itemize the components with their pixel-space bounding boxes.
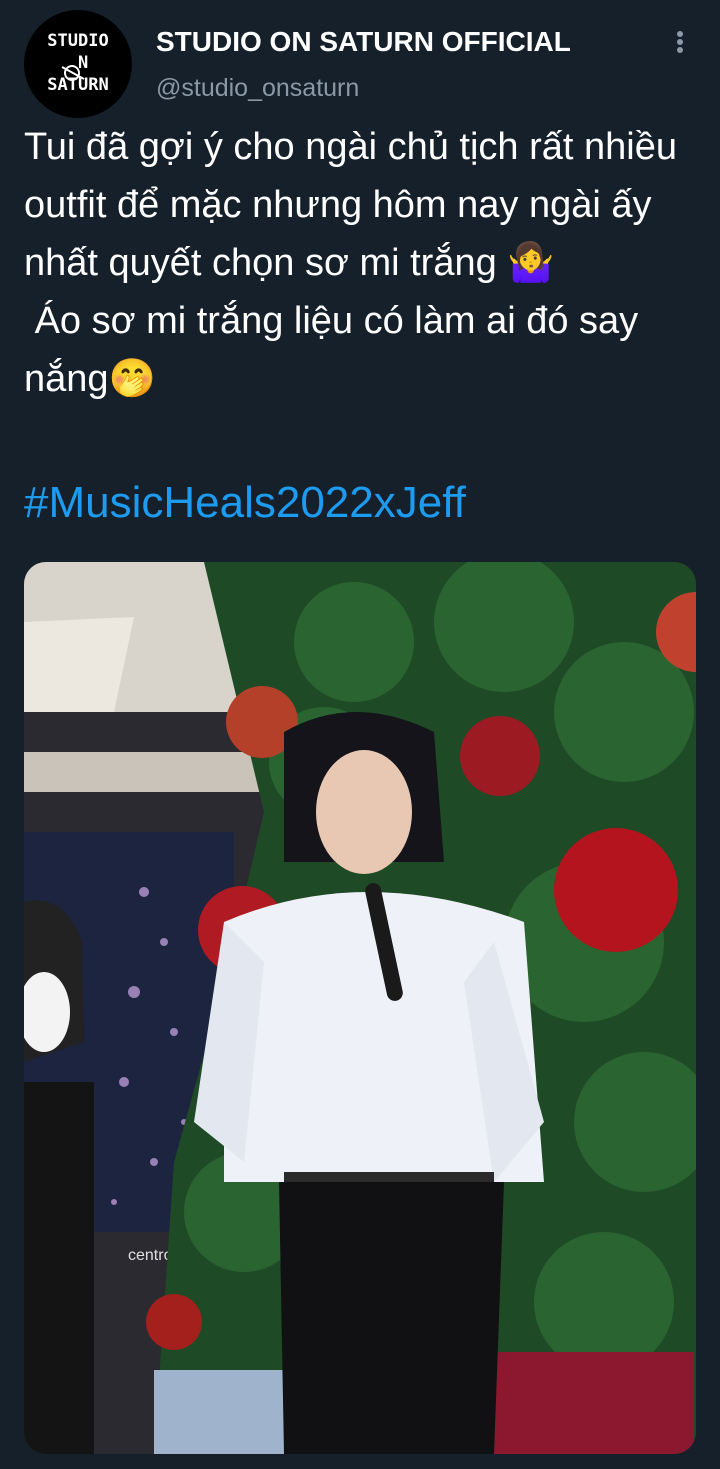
tweet-header: STUDIO N SATURN STUDIO ON SATURN OFFICIA…	[0, 0, 720, 120]
avatar[interactable]: STUDIO N SATURN	[24, 10, 132, 118]
more-vertical-icon[interactable]	[662, 26, 698, 62]
tweet-text: Tui đã gợi ý cho ngài chủ tịch rất nhiều…	[24, 126, 677, 400]
tweet-photo[interactable]: centro	[24, 562, 696, 1454]
photo-illustration: centro	[24, 562, 696, 1454]
saturn-ring-icon	[61, 65, 85, 81]
hashtag-link[interactable]: #MusicHeals2022xJeff	[24, 474, 466, 532]
store-sign: centro	[128, 1247, 173, 1264]
user-handle[interactable]: @studio_onsaturn	[156, 74, 359, 103]
display-name[interactable]: STUDIO ON SATURN OFFICIAL	[156, 26, 571, 58]
